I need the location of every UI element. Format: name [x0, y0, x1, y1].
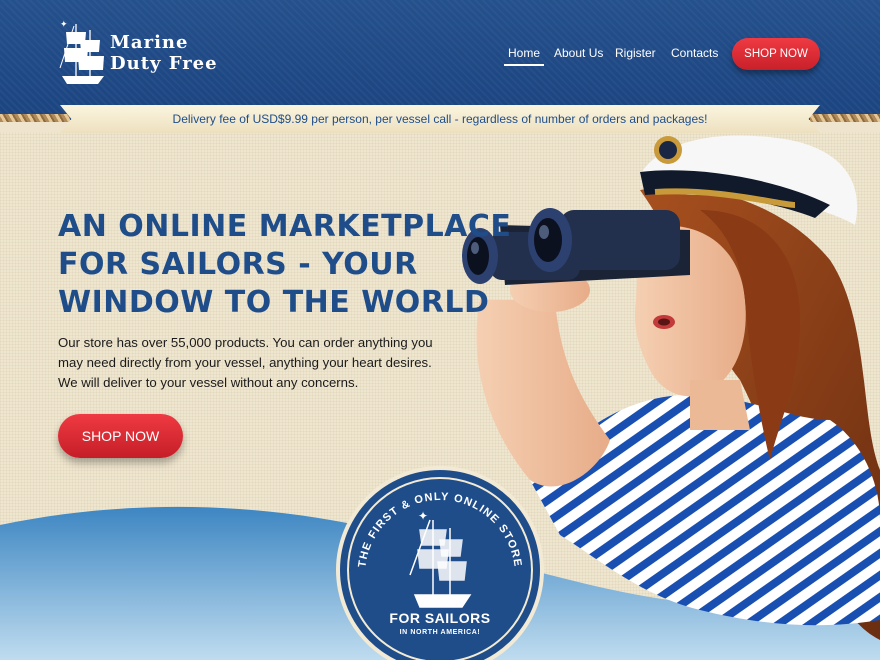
- hero-headline-line-1: AN ONLINE MARKETPLACE: [58, 209, 512, 244]
- announcement-ribbon: Delivery fee of USD$9.99 per person, per…: [60, 105, 820, 133]
- hero-description-line-3: We will deliver to your vessel without a…: [58, 375, 359, 390]
- svg-text:✦: ✦: [60, 19, 68, 29]
- badge-sub-text: IN NORTH AMERICA!: [399, 629, 481, 636]
- rope-left: [0, 114, 70, 122]
- brand-line-1: Marine: [110, 32, 189, 53]
- site-header: ✦ Marine Duty Free Home About Us Rigiste…: [0, 0, 880, 120]
- badge-main-text: FOR SAILORS: [389, 610, 491, 626]
- nav-item-home[interactable]: Home: [503, 46, 545, 66]
- header-shop-now-button[interactable]: SHOP NOW: [732, 38, 820, 70]
- nav-item-contacts[interactable]: Contacts: [671, 46, 718, 60]
- hero-headline-line-2: FOR SAILORS - YOUR: [58, 247, 418, 282]
- rope-right: [810, 114, 880, 122]
- sailor-arm: [476, 300, 610, 487]
- svg-text:✦: ✦: [418, 509, 428, 523]
- hero-description-line-2: may need directly from your vessel, anyt…: [58, 355, 432, 370]
- hero-headline: AN ONLINE MARKETPLACE FOR SAILORS - YOUR…: [58, 208, 512, 322]
- hero-description-line-1: Our store has over 55,000 products. You …: [58, 335, 433, 350]
- brand-line-2: Duty Free: [110, 53, 218, 74]
- announcement-text: Delivery fee of USD$9.99 per person, per…: [172, 112, 708, 126]
- hero-description: Our store has over 55,000 products. You …: [58, 333, 438, 393]
- nav-item-about-us[interactable]: About Us: [554, 46, 603, 60]
- hero-shop-now-button[interactable]: SHOP NOW: [58, 414, 183, 458]
- nav-item-register[interactable]: Rigister: [615, 46, 656, 60]
- brand-logo[interactable]: ✦ Marine Duty Free: [58, 18, 248, 90]
- sailing-ship-logo-icon: ✦: [59, 19, 104, 84]
- hero-headline-line-3: WINDOW TO THE WORLD: [58, 285, 490, 320]
